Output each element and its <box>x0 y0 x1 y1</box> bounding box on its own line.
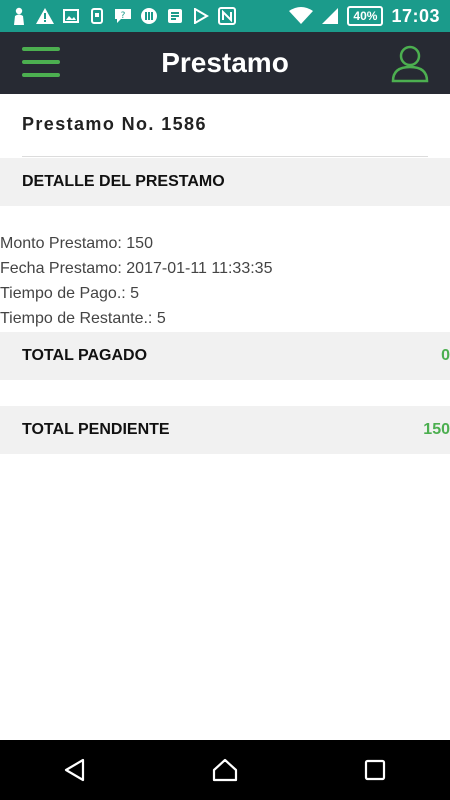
total-paid-value: 0 <box>441 347 450 364</box>
nfc-icon <box>218 7 236 25</box>
chat-icon: ? <box>114 7 132 25</box>
warning-icon <box>36 7 54 25</box>
remaining-term: Tiempo de Restante.: 5 <box>0 310 166 327</box>
radio-icon <box>140 7 158 25</box>
clock: 17:03 <box>391 5 440 26</box>
phone-icon <box>88 7 106 25</box>
loan-details: Monto Prestamo: 150 Fecha Prestamo: 2017… <box>0 231 450 331</box>
total-pending-value: 150 <box>423 421 450 438</box>
total-paid-row: TOTAL PAGADO 0 <box>0 332 450 380</box>
hamburger-line <box>22 60 60 64</box>
home-icon <box>212 758 238 782</box>
menu-button[interactable] <box>22 47 60 79</box>
page-title: Prestamo <box>161 47 289 78</box>
total-pending-row: TOTAL PENDIENTE 150 <box>0 406 450 454</box>
battery-indicator: 40% <box>347 6 384 26</box>
total-paid-label: TOTAL PAGADO <box>22 347 148 364</box>
status-bar: ? 40% 17:03 <box>0 0 450 32</box>
home-button[interactable] <box>195 740 255 800</box>
total-pending-label: TOTAL PENDIENTE <box>22 421 170 438</box>
image-icon <box>62 7 80 25</box>
system-status: 40% 17:03 <box>289 6 450 27</box>
loan-date: Fecha Prestamo: 2017-01-11 11:33:35 <box>0 260 273 277</box>
app-bar: Prestamo <box>0 32 450 94</box>
wifi-icon <box>289 7 314 25</box>
detail-section-header: DETALLE DEL PRESTAMO <box>0 158 450 206</box>
hamburger-menu-icon <box>22 47 60 51</box>
document-icon <box>166 7 184 25</box>
user-profile-icon <box>391 45 429 83</box>
person-icon <box>10 7 28 25</box>
loan-number-heading: Prestamo No. 1586 <box>22 108 428 157</box>
play-store-icon <box>192 7 210 25</box>
system-nav-bar <box>0 740 450 800</box>
detail-section-title: DETALLE DEL PRESTAMO <box>22 173 225 190</box>
recents-square-icon <box>364 759 386 781</box>
signal-icon <box>321 7 339 25</box>
profile-button[interactable] <box>390 43 430 83</box>
loan-amount: Monto Prestamo: 150 <box>0 235 153 252</box>
back-triangle-icon <box>64 758 85 782</box>
back-button[interactable] <box>45 740 105 800</box>
svg-text:?: ? <box>121 11 126 21</box>
recents-button[interactable] <box>345 740 405 800</box>
notification-icons: ? <box>0 0 236 32</box>
hamburger-line <box>22 73 60 77</box>
payment-term: Tiempo de Pago.: 5 <box>0 285 140 302</box>
